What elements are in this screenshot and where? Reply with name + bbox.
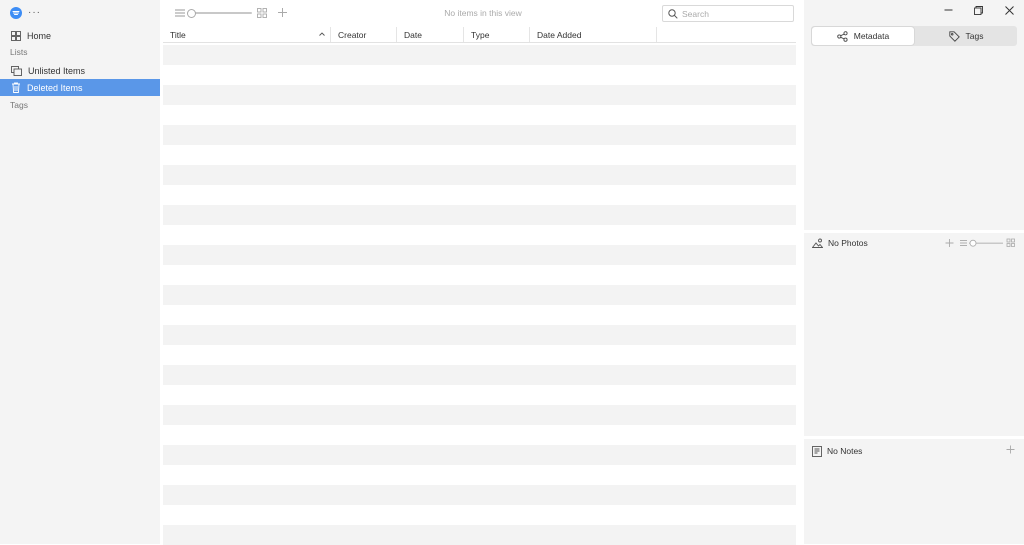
- grid-view-icon[interactable]: [257, 8, 267, 18]
- photos-toolbar: [945, 237, 1017, 249]
- empty-row: [163, 525, 796, 545]
- empty-row: [163, 465, 796, 485]
- empty-row: [163, 445, 796, 465]
- panel-divider[interactable]: [804, 436, 1024, 439]
- empty-row: [163, 305, 796, 325]
- zoom-slider[interactable]: [188, 12, 252, 14]
- no-notes-label: No Notes: [827, 446, 863, 456]
- empty-row: [163, 65, 796, 85]
- restore-window-icon[interactable]: [974, 6, 983, 15]
- empty-row: [163, 225, 796, 245]
- inspector-panel: Metadata Tags No Photos No Notes: [804, 0, 1024, 544]
- inspector-tabs: Metadata Tags: [811, 26, 1017, 46]
- browser-toolbar: No items in this view: [160, 0, 804, 27]
- tab-tags[interactable]: Tags: [915, 26, 1017, 46]
- sort-ascending-icon: [319, 32, 325, 36]
- search-icon: [668, 8, 678, 19]
- empty-row: [163, 345, 796, 365]
- empty-row: [163, 265, 796, 285]
- sidebar-item-unlisted[interactable]: Unlisted Items: [0, 62, 160, 79]
- item-browser: No items in this view Title Creator Date…: [160, 0, 804, 545]
- home-grid-icon: [11, 30, 21, 41]
- empty-row: [163, 245, 796, 265]
- empty-row: [163, 145, 796, 165]
- more-menu-button[interactable]: ···: [28, 8, 41, 18]
- photo-grid-view-icon[interactable]: [1006, 238, 1015, 247]
- empty-row: [163, 485, 796, 505]
- zoom-slider-handle[interactable]: [187, 9, 196, 18]
- empty-row: [163, 325, 796, 345]
- table-header: Title Creator Date Type Date Added: [163, 27, 796, 43]
- add-item-icon[interactable]: [277, 7, 288, 18]
- lists-heading: Lists: [10, 47, 28, 57]
- tags-heading: Tags: [10, 100, 28, 110]
- empty-row: [163, 105, 796, 125]
- sidebar-item-label: Unlisted Items: [28, 65, 86, 76]
- minimize-window-icon[interactable]: [944, 5, 953, 14]
- notes-header: No Notes: [812, 444, 862, 458]
- sidebar-item-label: Home: [27, 30, 52, 41]
- sidebar-item-label: Deleted Items: [27, 82, 83, 93]
- share-nodes-icon: [837, 30, 848, 42]
- photos-header: No Photos: [812, 236, 868, 250]
- close-window-icon[interactable]: [1005, 6, 1014, 15]
- note-icon: [812, 445, 822, 457]
- empty-row: [163, 125, 796, 145]
- list-view-icon[interactable]: [175, 9, 185, 17]
- empty-row: [163, 205, 796, 225]
- add-photo-icon[interactable]: [945, 239, 954, 247]
- column-header-title[interactable]: Title: [163, 27, 331, 42]
- sidebar-header: ···: [10, 7, 41, 19]
- sidebar-item-deleted[interactable]: Deleted Items: [0, 79, 160, 96]
- empty-row: [163, 285, 796, 305]
- empty-row: [163, 425, 796, 445]
- empty-row: [163, 165, 796, 185]
- empty-row: [163, 185, 796, 205]
- search-input[interactable]: [682, 8, 782, 19]
- photo-list-view-icon[interactable]: [960, 240, 967, 246]
- empty-row: [163, 85, 796, 105]
- photo-people-icon: [812, 238, 823, 248]
- empty-table-body: [163, 45, 796, 545]
- trash-icon: [11, 82, 21, 93]
- empty-row: [163, 505, 796, 525]
- no-photos-label: No Photos: [828, 238, 868, 248]
- column-header-date-added[interactable]: Date Added: [530, 27, 657, 42]
- tag-icon: [948, 30, 960, 42]
- add-note-icon[interactable]: [1006, 445, 1015, 454]
- column-header-date[interactable]: Date: [397, 27, 464, 42]
- search-box[interactable]: [662, 5, 794, 22]
- empty-row: [163, 45, 796, 65]
- sidebar-item-home[interactable]: Home: [0, 27, 160, 44]
- app-logo-icon[interactable]: [10, 7, 22, 19]
- column-header-creator[interactable]: Creator: [331, 27, 397, 42]
- empty-row: [163, 385, 796, 405]
- tab-metadata[interactable]: Metadata: [812, 27, 914, 45]
- unlisted-items-icon: [11, 65, 22, 76]
- empty-row: [163, 405, 796, 425]
- sidebar: ··· Home Lists Unlisted Items Deleted It…: [0, 0, 160, 544]
- empty-row: [163, 365, 796, 385]
- panel-divider[interactable]: [804, 230, 1024, 233]
- column-header-type[interactable]: Type: [464, 27, 530, 42]
- view-status-text: No items in this view: [444, 8, 522, 18]
- photo-zoom-handle[interactable]: [969, 239, 977, 247]
